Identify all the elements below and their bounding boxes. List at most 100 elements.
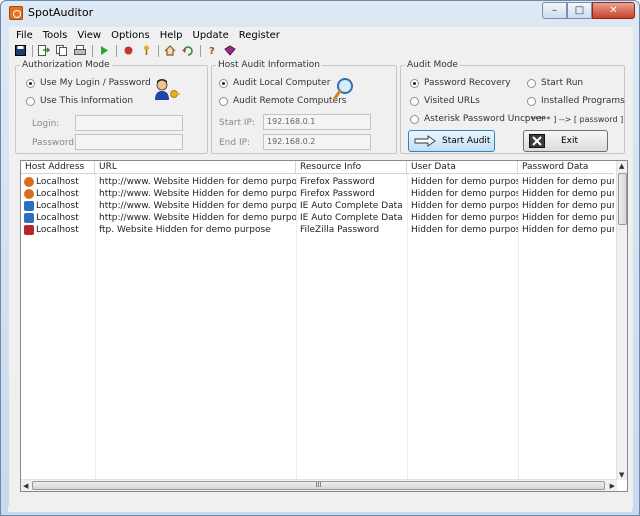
- audit-local-label: Audit Local Computer: [233, 78, 331, 88]
- radio-indicator: [26, 96, 35, 106]
- toolbar-separator: [200, 44, 201, 57]
- end-ip-label: End IP:: [219, 138, 251, 148]
- cell-host-text: Localhost: [36, 177, 79, 187]
- cell-host: Localhost: [21, 201, 95, 211]
- cell-resource: Firefox Password: [296, 177, 407, 187]
- cell-url-text: http://www. Website Hidden for demo purp…: [99, 189, 296, 199]
- user-key-icon: [153, 78, 181, 105]
- table-row[interactable]: Localhost http://www. Website Hidden for …: [21, 200, 614, 212]
- cell-host-text: Localhost: [36, 201, 79, 211]
- toolbar-separator: [116, 44, 117, 57]
- use-my-login-radio[interactable]: Use My Login / Password: [26, 78, 151, 88]
- cell-host-text: Localhost: [36, 225, 79, 235]
- menu-help[interactable]: Help: [157, 30, 190, 41]
- visited-urls-label: Visited URLs: [424, 96, 480, 106]
- record-icon[interactable]: [121, 44, 135, 57]
- save-icon[interactable]: [13, 44, 27, 57]
- audit-remote-radio[interactable]: Audit Remote Computers: [219, 96, 346, 106]
- cell-resource: FileZilla Password: [296, 225, 407, 235]
- radio-indicator: [527, 96, 536, 106]
- radio-indicator: [410, 114, 419, 124]
- scroll-left-icon[interactable]: ◀: [23, 482, 28, 490]
- title-bar[interactable]: SpotAuditor – □ ✕: [1, 1, 639, 25]
- scroll-down-icon[interactable]: ▼: [619, 471, 624, 479]
- copy-icon[interactable]: [55, 44, 69, 57]
- cell-user-data: Hidden for demo purpose: [407, 189, 518, 199]
- audit-mode-legend: Audit Mode: [405, 60, 460, 70]
- close-button[interactable]: ✕: [592, 2, 635, 19]
- menu-options[interactable]: Options: [108, 30, 157, 41]
- start-audit-label: Start Audit: [442, 136, 491, 146]
- table-row[interactable]: Localhost ftp. Website Hidden for demo pu…: [21, 224, 614, 236]
- cell-password-data-text: Hidden for demo purpo: [522, 201, 614, 211]
- radio-indicator: [26, 78, 35, 88]
- audit-local-radio[interactable]: Audit Local Computer: [219, 78, 330, 88]
- column-host-address[interactable]: Host Address: [21, 161, 95, 174]
- installed-programs-radio[interactable]: Installed Programs: [527, 96, 625, 106]
- visited-urls-radio[interactable]: Visited URLs: [410, 96, 480, 106]
- horizontal-scroll-thumb[interactable]: III: [32, 481, 605, 490]
- end-ip-input[interactable]: 192.168.0.2: [263, 134, 371, 150]
- menu-update[interactable]: Update: [190, 30, 236, 41]
- table-row[interactable]: Localhost http://www. Website Hidden for …: [21, 188, 614, 200]
- use-my-login-label: Use My Login / Password: [40, 78, 151, 88]
- password-recovery-radio[interactable]: Password Recovery: [410, 78, 511, 88]
- print-icon[interactable]: [73, 44, 87, 57]
- reload-icon[interactable]: [181, 44, 195, 57]
- close-icon: ✕: [609, 5, 618, 16]
- cell-url-text: ftp. Website Hidden for demo purpose: [99, 225, 271, 235]
- cell-host-text: Localhost: [36, 213, 79, 223]
- cell-user-data-text: Hidden for demo purpose: [411, 189, 518, 199]
- toolbar-separator: [158, 44, 159, 57]
- help-icon[interactable]: ?: [205, 44, 219, 57]
- arrow-right-icon: [414, 135, 436, 147]
- cell-url: http://www. Website Hidden for demo purp…: [95, 177, 296, 187]
- play-icon[interactable]: [97, 44, 111, 57]
- horizontal-scrollbar[interactable]: ◀ III ▶: [21, 479, 617, 491]
- menu-view[interactable]: View: [74, 30, 108, 41]
- column-user-data[interactable]: User Data: [407, 161, 518, 174]
- cell-resource-text: Firefox Password: [300, 177, 375, 187]
- cell-resource: Firefox Password: [296, 189, 407, 199]
- column-password-data[interactable]: Password Data: [518, 161, 614, 174]
- start-ip-input[interactable]: 192.168.0.1: [263, 114, 371, 130]
- exit-button[interactable]: Exit: [523, 130, 608, 152]
- cell-host: Localhost: [21, 213, 95, 223]
- start-run-radio[interactable]: Start Run: [527, 78, 583, 88]
- menu-file[interactable]: File: [13, 30, 40, 41]
- status-bar: [8, 506, 632, 512]
- window-title: SpotAuditor: [28, 6, 94, 19]
- results-table[interactable]: Host Address URL Resource Info User Data…: [20, 160, 628, 492]
- vertical-scroll-thumb[interactable]: [618, 173, 627, 225]
- column-resource-info[interactable]: Resource Info: [296, 161, 407, 174]
- toolbar-separator: [32, 44, 33, 57]
- radio-indicator: [410, 96, 419, 106]
- scroll-grip: III: [315, 481, 322, 489]
- export-icon[interactable]: [37, 44, 51, 57]
- cell-user-data: Hidden for demo purpose: [407, 201, 518, 211]
- table-row[interactable]: Localhost http://www. Website Hidden for …: [21, 212, 614, 224]
- scroll-right-icon[interactable]: ▶: [610, 482, 615, 490]
- use-this-information-radio[interactable]: Use This Information: [26, 96, 133, 106]
- login-input[interactable]: [75, 115, 183, 131]
- table-row[interactable]: Localhost http://www. Website Hidden for …: [21, 176, 614, 188]
- cell-user-data-text: Hidden for demo purpose: [411, 213, 518, 223]
- radio-indicator: [219, 96, 228, 106]
- menu-register[interactable]: Register: [236, 30, 287, 41]
- maximize-icon: □: [574, 5, 585, 16]
- cell-password-data: Hidden for demo purpo: [518, 177, 614, 187]
- home-icon[interactable]: [163, 44, 177, 57]
- minimize-button[interactable]: –: [542, 2, 567, 19]
- radio-indicator: [410, 78, 419, 88]
- start-audit-button[interactable]: Start Audit: [408, 130, 495, 152]
- column-url[interactable]: URL: [95, 161, 296, 174]
- scroll-up-icon[interactable]: ▲: [619, 162, 624, 170]
- register-icon[interactable]: [223, 44, 237, 57]
- menu-tools[interactable]: Tools: [40, 30, 75, 41]
- maximize-button[interactable]: □: [567, 2, 592, 19]
- vertical-scrollbar[interactable]: ▲ ▼: [616, 161, 627, 480]
- password-input[interactable]: [75, 134, 183, 150]
- cell-url-text: http://www. Website Hidden for demo purp…: [99, 177, 296, 187]
- key-icon[interactable]: [139, 44, 153, 57]
- audit-remote-label: Audit Remote Computers: [233, 96, 347, 106]
